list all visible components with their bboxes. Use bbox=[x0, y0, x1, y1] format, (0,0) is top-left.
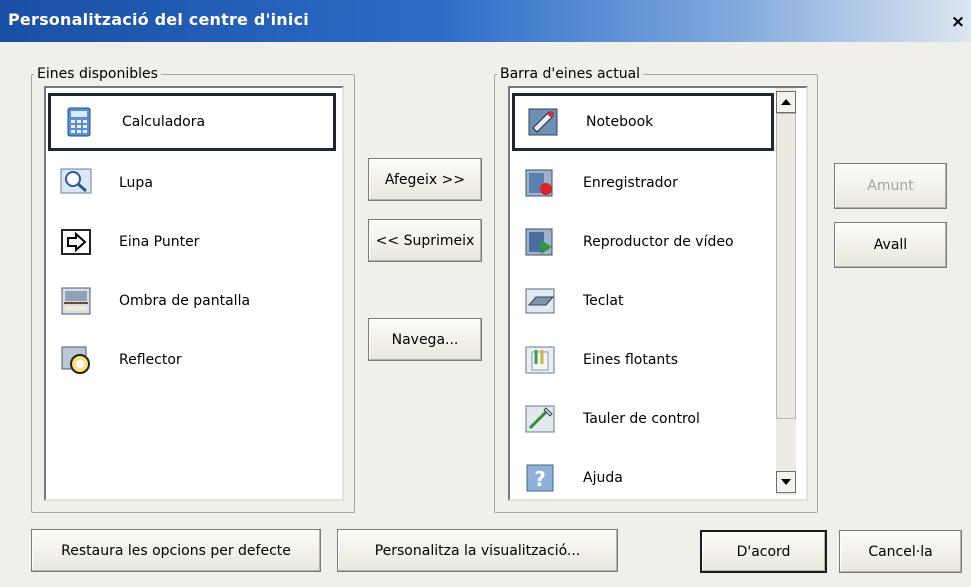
list-item-label: Reflector bbox=[119, 352, 182, 368]
list-item-label: Tauler de control bbox=[583, 411, 700, 427]
list-item-label: Eina Punter bbox=[119, 234, 200, 250]
scroll-thumb[interactable] bbox=[776, 113, 796, 419]
current-toolbar-list[interactable]: Notebook Enregistrador Reproductor de ví… bbox=[508, 86, 808, 501]
list-item-label: Ombra de pantalla bbox=[119, 293, 251, 309]
list-item-eines-flotants[interactable]: Eines flotants bbox=[512, 331, 774, 389]
spotlight-icon bbox=[58, 342, 94, 378]
current-toolbar-legend: Barra d'eines actual bbox=[500, 66, 641, 82]
control-panel-icon bbox=[522, 401, 558, 437]
move-down-button[interactable]: Avall bbox=[834, 222, 947, 268]
close-button[interactable]: × bbox=[949, 13, 967, 31]
video-player-icon bbox=[522, 224, 558, 260]
list-item-label: Eines flotants bbox=[583, 352, 679, 368]
list-item-label: Ajuda bbox=[583, 470, 623, 486]
move-up-button[interactable]: Amunt bbox=[834, 163, 947, 209]
list-item-eina-punter[interactable]: Eina Punter bbox=[48, 213, 336, 271]
cancel-button[interactable]: Cancel·la bbox=[839, 530, 962, 573]
list-item-ajuda[interactable]: ? Ajuda bbox=[512, 449, 774, 499]
available-tools-list[interactable]: Calculadora Lupa Eina Punter Ombra de pa… bbox=[44, 86, 344, 501]
list-item-label: Calculadora bbox=[122, 114, 206, 130]
screen-shade-icon bbox=[58, 283, 94, 319]
remove-button[interactable]: << Suprimeix bbox=[368, 219, 482, 262]
title-bar: Personalització del centre d'inici × bbox=[0, 0, 971, 42]
pointer-arrow-icon bbox=[58, 224, 94, 260]
list-item-label: Enregistrador bbox=[583, 175, 678, 191]
list-item-label: Notebook bbox=[586, 114, 654, 130]
toolbar-list-scrollbar[interactable] bbox=[776, 88, 796, 495]
customize-display-button[interactable]: Personalitza la visualització... bbox=[337, 529, 618, 572]
notebook-icon bbox=[525, 104, 561, 140]
list-item-reproductor-de-video[interactable]: Reproductor de vídeo bbox=[512, 213, 774, 271]
list-item-lupa[interactable]: Lupa bbox=[48, 154, 336, 212]
list-item-teclat[interactable]: Teclat bbox=[512, 272, 774, 330]
keyboard-icon bbox=[522, 283, 558, 319]
calculator-icon bbox=[61, 104, 97, 140]
list-item-label: Reproductor de vídeo bbox=[583, 234, 734, 250]
svg-text:?: ? bbox=[534, 467, 546, 491]
arrow-down-icon bbox=[781, 479, 791, 485]
list-item-calculadora[interactable]: Calculadora bbox=[48, 93, 336, 151]
arrow-up-icon bbox=[781, 99, 791, 105]
help-icon: ? bbox=[522, 460, 558, 496]
list-item-tauler-de-control[interactable]: Tauler de control bbox=[512, 390, 774, 448]
window-title: Personalització del centre d'inici bbox=[8, 10, 309, 29]
list-item-label: Lupa bbox=[119, 175, 153, 191]
list-item-ombra-de-pantalla[interactable]: Ombra de pantalla bbox=[48, 272, 336, 330]
add-button[interactable]: Afegeix >> bbox=[368, 158, 482, 201]
ok-button[interactable]: D'acord bbox=[700, 530, 827, 573]
list-item-notebook[interactable]: Notebook bbox=[512, 93, 774, 151]
browse-button[interactable]: Navega... bbox=[368, 318, 482, 361]
recorder-icon bbox=[522, 165, 558, 201]
floating-tools-icon bbox=[522, 342, 558, 378]
close-icon: × bbox=[950, 12, 966, 32]
magnifier-icon bbox=[58, 165, 94, 201]
available-tools-legend: Eines disponibles bbox=[37, 66, 158, 82]
scroll-up-button[interactable] bbox=[776, 91, 796, 113]
list-item-enregistrador[interactable]: Enregistrador bbox=[512, 154, 774, 212]
list-item-label: Teclat bbox=[583, 293, 624, 309]
scroll-down-button[interactable] bbox=[776, 471, 796, 493]
restore-defaults-button[interactable]: Restaura les opcions per defecte bbox=[31, 529, 321, 572]
list-item-reflector[interactable]: Reflector bbox=[48, 331, 336, 389]
